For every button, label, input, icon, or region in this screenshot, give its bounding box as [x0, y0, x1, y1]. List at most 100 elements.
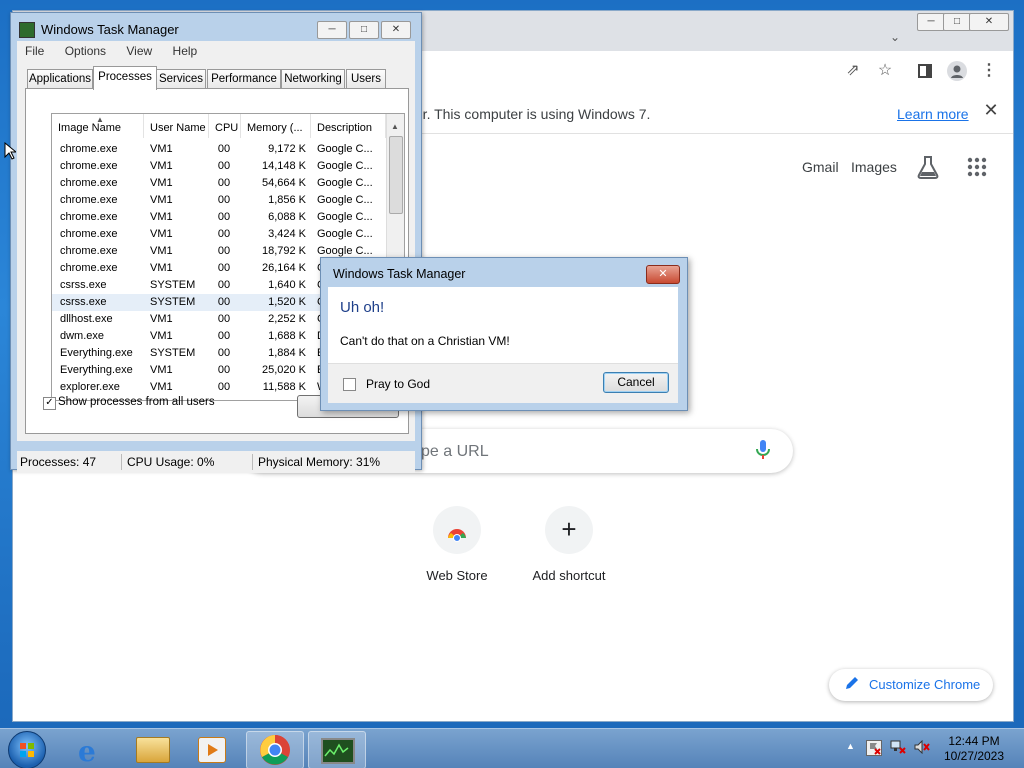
labs-flask-icon[interactable]	[917, 155, 939, 182]
media-player-icon	[198, 737, 226, 763]
taskbar-explorer[interactable]	[124, 731, 180, 767]
menu-file[interactable]: File	[25, 44, 44, 58]
table-cell: VM1	[150, 228, 173, 240]
table-cell: 25,020 K	[261, 364, 306, 376]
tab-services[interactable]: Services	[156, 69, 206, 89]
action-center-flag-icon[interactable]	[866, 740, 882, 756]
status-divider	[252, 454, 253, 470]
clock-time: 12:44 PM	[948, 734, 1000, 748]
dialog-message: Can't do that on a Christian VM!	[340, 334, 510, 348]
volume-muted-icon[interactable]	[914, 739, 930, 755]
table-cell: Google C...	[317, 177, 373, 189]
column-description[interactable]: Description	[311, 114, 386, 138]
dialog-close-button[interactable]: ✕	[646, 265, 680, 284]
scroll-up-icon[interactable]: ▲	[391, 122, 399, 131]
pray-checkbox-label: Pray to God	[366, 377, 431, 391]
tab-search-chevron-icon[interactable]: ⌄	[883, 25, 907, 49]
error-dialog: Windows Task Manager ✕ Uh oh! Can't do t…	[320, 257, 688, 411]
show-hidden-icons-icon[interactable]: ▲	[846, 741, 855, 751]
taskbar-task-manager[interactable]	[308, 731, 366, 768]
bookmark-star-icon[interactable]: ☆	[873, 59, 897, 83]
tab-processes[interactable]: Processes	[93, 66, 157, 90]
table-row[interactable]: chrome.exe VM1 00 1,856 K Google C...	[52, 192, 386, 209]
table-cell: Everything.exe	[60, 347, 133, 359]
table-cell: SYSTEM	[150, 296, 196, 308]
menu-options[interactable]: Options	[65, 44, 106, 58]
profile-avatar-icon[interactable]	[947, 61, 967, 81]
close-button[interactable]: ✕	[969, 13, 1009, 31]
customize-chrome-button[interactable]: Customize Chrome	[829, 669, 993, 701]
system-clock[interactable]: 12:44 PM 10/27/2023	[938, 734, 1010, 764]
tab-networking[interactable]: Networking	[281, 69, 345, 89]
dialog-heading: Uh oh!	[340, 299, 385, 316]
cancel-button[interactable]: Cancel	[603, 372, 669, 393]
table-cell: chrome.exe	[60, 143, 118, 155]
table-cell: 00	[217, 330, 231, 342]
table-cell: VM1	[150, 143, 173, 155]
table-row[interactable]: chrome.exe VM1 00 6,088 K Google C...	[52, 209, 386, 226]
table-cell: VM1	[150, 330, 173, 342]
images-link[interactable]: Images	[851, 159, 897, 175]
tm-minimize-button[interactable]: ─	[317, 21, 347, 39]
tm-menubar: File Options View Help	[17, 41, 415, 61]
tm-maximize-button[interactable]: □	[349, 21, 379, 39]
taskbar-chrome[interactable]	[246, 731, 304, 768]
table-cell: 00	[217, 245, 231, 257]
maximize-button[interactable]: □	[943, 13, 971, 31]
add-plus-icon: +	[545, 506, 593, 554]
column-memory[interactable]: Memory (...	[241, 114, 311, 138]
table-cell: VM1	[150, 364, 173, 376]
table-cell: VM1	[150, 177, 173, 189]
taskbar-internet-explorer[interactable]: e	[64, 731, 120, 768]
minimize-button[interactable]: ─	[917, 13, 945, 31]
column-cpu[interactable]: CPU	[209, 114, 241, 138]
learn-more-link[interactable]: Learn more	[897, 106, 969, 122]
table-cell: Google C...	[317, 228, 373, 240]
voice-search-mic-icon[interactable]	[755, 439, 771, 461]
table-cell: chrome.exe	[60, 211, 118, 223]
tab-users[interactable]: Users	[346, 69, 386, 89]
menu-help[interactable]: Help	[173, 44, 198, 58]
search-placeholder: pe a URL	[421, 443, 489, 460]
scrollbar-thumb[interactable]	[389, 136, 403, 214]
gmail-link[interactable]: Gmail	[802, 159, 839, 175]
table-cell: chrome.exe	[60, 245, 118, 257]
tab-performance[interactable]: Performance	[207, 69, 281, 89]
table-cell: 00	[217, 262, 231, 274]
apps-grid-icon[interactable]	[967, 157, 987, 180]
table-cell: 00	[217, 211, 231, 223]
table-cell: 14,148 K	[261, 160, 306, 172]
chrome-menu-icon[interactable]: ⋮	[977, 59, 1001, 83]
table-cell: 00	[217, 177, 231, 189]
network-icon[interactable]	[890, 740, 906, 754]
status-processes: Processes: 47	[20, 455, 97, 469]
column-user-name[interactable]: User Name	[144, 114, 209, 138]
table-cell: VM1	[150, 381, 173, 393]
table-cell: 00	[217, 228, 231, 240]
task-manager-title: Windows Task Manager	[41, 22, 179, 37]
side-panel-icon[interactable]	[913, 59, 937, 83]
menu-view[interactable]: View	[126, 44, 152, 58]
taskbar-media-player[interactable]	[184, 731, 240, 767]
tm-close-button[interactable]: ✕	[381, 21, 411, 39]
start-button[interactable]	[8, 731, 46, 768]
table-cell: 00	[217, 347, 231, 359]
table-row[interactable]: chrome.exe VM1 00 3,424 K Google C...	[52, 226, 386, 243]
table-cell: VM1	[150, 211, 173, 223]
infobar-close-icon[interactable]: ✕	[979, 100, 1003, 121]
table-row[interactable]: chrome.exe VM1 00 14,148 K Google C...	[52, 158, 386, 175]
pray-checkbox[interactable]	[343, 378, 356, 391]
table-cell: csrss.exe	[60, 279, 107, 291]
table-row[interactable]: chrome.exe VM1 00 54,664 K Google C...	[52, 175, 386, 192]
table-row[interactable]: chrome.exe VM1 00 9,172 K Google C...	[52, 141, 386, 158]
shortcut-label: Add shortcut	[532, 568, 606, 583]
table-cell: 00	[217, 143, 231, 155]
show-all-processes-checkbox[interactable]: ✓	[43, 397, 56, 410]
tab-applications[interactable]: Applications	[27, 69, 93, 89]
table-cell: VM1	[150, 262, 173, 274]
table-cell: 00	[217, 279, 231, 291]
share-icon[interactable]: ⇗	[841, 59, 865, 83]
table-cell: chrome.exe	[60, 177, 118, 189]
clock-date: 10/27/2023	[943, 749, 1005, 763]
table-cell: VM1	[150, 313, 173, 325]
